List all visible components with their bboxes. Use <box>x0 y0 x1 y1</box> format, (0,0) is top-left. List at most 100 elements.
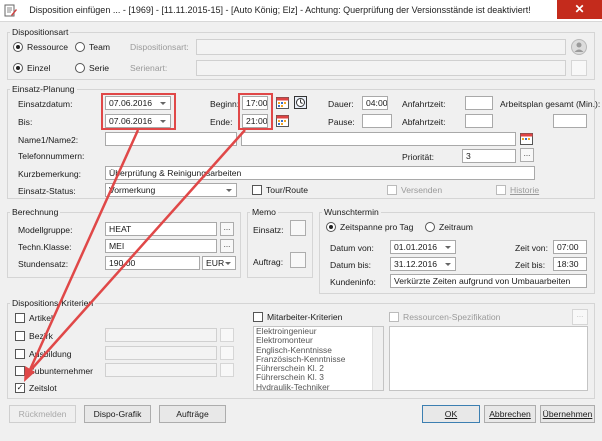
ressourcen-spezifikation-list[interactable] <box>389 326 588 391</box>
subunternehmer-button[interactable] <box>220 363 234 377</box>
wunschtermin-group-label: Wunschtermin <box>322 207 381 217</box>
modellgruppe-label: Modellgruppe: <box>18 225 73 235</box>
radio-einzel[interactable] <box>13 63 23 73</box>
serienart-button[interactable] <box>571 60 587 76</box>
ausbildung-field[interactable] <box>105 346 217 360</box>
ressourcen-spezifikation-label: Ressourcen-Spezifikation <box>403 312 501 322</box>
datum-von-field[interactable]: 01.01.2016 <box>390 240 456 254</box>
address-book-icon[interactable] <box>520 132 533 145</box>
datum-bis-label: Datum bis: <box>330 260 372 270</box>
pause-field[interactable] <box>362 114 392 128</box>
radio-zeitspanne[interactable] <box>326 222 336 232</box>
calendar-icon[interactable] <box>276 114 289 127</box>
modellgruppe-field[interactable]: HEAT <box>105 222 217 236</box>
serie-label: Serie <box>89 63 110 73</box>
einzel-label: Einzel <box>27 63 51 73</box>
subunternehmer-field[interactable] <box>105 363 217 377</box>
berechnung-group-label: Berechnung <box>10 207 61 217</box>
kurzbemerkung-label: Kurzbemerkung: <box>18 169 82 179</box>
name2-field[interactable] <box>241 132 516 146</box>
stundensatz-field[interactable]: 190,00 <box>105 256 200 270</box>
serienart-field[interactable] <box>196 60 566 76</box>
dauer-label: Dauer: <box>328 99 354 109</box>
name-more-button[interactable]: ... <box>520 148 534 162</box>
zeit-bis-field[interactable]: 18:30 <box>553 257 587 271</box>
mitarbeiter-kriterien-label: Mitarbeiter-Kriterien <box>267 312 343 322</box>
anfahrtzeit-field[interactable] <box>465 96 493 110</box>
artikel-checkbox[interactable] <box>15 313 25 323</box>
memo-group-label: Memo <box>250 207 278 217</box>
annotation-box-dates <box>101 93 176 130</box>
prioritaet-field[interactable]: 3 <box>462 149 516 163</box>
ok-button[interactable]: OK <box>422 405 480 423</box>
ressourcen-spezifikation-checkbox[interactable] <box>389 312 399 322</box>
abfahrtzeit-field[interactable] <box>465 114 493 128</box>
memo-auftrag-button[interactable] <box>290 252 306 268</box>
einsatz-status-select[interactable]: Vormerkung <box>105 183 237 197</box>
mitarbeiter-kriterien-checkbox[interactable] <box>253 312 263 322</box>
dauer-field[interactable]: 04:00 <box>362 96 388 110</box>
abfahrtzeit-label: Abfahrtzeit: <box>402 117 446 127</box>
calendar-icon[interactable] <box>276 96 289 109</box>
techn-klasse-field[interactable]: MEI <box>105 239 217 253</box>
bis-label: Bis: <box>18 117 33 127</box>
pause-label: Pause: <box>328 117 355 127</box>
einsatz-status-label: Einsatz-Status: <box>18 186 76 196</box>
dispositionsart-label: Dispositionsart: <box>130 42 189 52</box>
techn-klasse-label: Techn.Klasse: <box>18 242 72 252</box>
list-scrollbar[interactable] <box>372 327 383 390</box>
ausbildung-label: Ausbildung <box>29 349 72 359</box>
rueckmelden-button[interactable]: Rückmelden <box>9 405 76 423</box>
abbrechen-button[interactable]: Abbrechen <box>484 405 536 423</box>
auftraege-button[interactable]: Aufträge <box>159 405 226 423</box>
radio-serie[interactable] <box>75 63 85 73</box>
memo-auftrag-label: Auftrag: <box>253 257 284 267</box>
radio-ressource[interactable] <box>13 42 23 52</box>
versenden-checkbox[interactable] <box>387 185 397 195</box>
dispo-grafik-button[interactable]: Dispo-Grafik <box>84 405 151 423</box>
datum-bis-field[interactable]: 31.12.2016 <box>390 257 456 271</box>
radio-zeitraum[interactable] <box>425 222 435 232</box>
uebernehmen-button[interactable]: Übernehmen <box>540 405 595 423</box>
kriterien-group-label: Dispositions-Kriterien <box>10 298 96 308</box>
annotation-box-times <box>238 93 273 130</box>
zeit-von-field[interactable]: 07:00 <box>553 240 587 254</box>
ressourcen-button[interactable]: ... <box>572 309 588 325</box>
serienart-label: Serienart: <box>130 63 168 73</box>
dispositionsart-field[interactable] <box>196 39 566 55</box>
radio-team[interactable] <box>75 42 85 52</box>
arbeitsplan-field[interactable] <box>553 114 587 128</box>
einsatzdatum-label: Einsatzdatum: <box>18 99 73 109</box>
ausbildung-checkbox[interactable] <box>15 349 25 359</box>
close-button[interactable]: ✕ <box>557 0 602 19</box>
zeitslot-checkbox[interactable]: ✓ <box>15 383 25 393</box>
person-icon[interactable] <box>571 39 587 55</box>
anfahrtzeit-label: Anfahrtzeit: <box>402 99 446 109</box>
memo-einsatz-button[interactable] <box>290 220 306 236</box>
ausbildung-button[interactable] <box>220 346 234 360</box>
list-item[interactable]: Hydraulik-Techniker <box>254 382 383 390</box>
bezirk-button[interactable] <box>220 328 234 342</box>
name1-field[interactable] <box>105 132 237 146</box>
kurzbemerkung-field[interactable]: Überprüfung & Reinigungsarbeiten <box>105 166 535 180</box>
zeit-von-label: Zeit von: <box>515 243 548 253</box>
stundensatz-label: Stundensatz: <box>18 259 69 269</box>
bezirk-field[interactable] <box>105 328 217 342</box>
beginn-label: Beginn: <box>210 99 240 109</box>
tour-route-checkbox[interactable] <box>252 185 262 195</box>
prioritaet-label: Priorität: <box>402 152 434 162</box>
clock-icon[interactable] <box>294 96 307 109</box>
zeitspanne-label: Zeitspanne pro Tag <box>340 222 414 232</box>
team-label: Team <box>89 42 111 52</box>
zeit-bis-label: Zeit bis: <box>515 260 546 270</box>
bezirk-checkbox[interactable] <box>15 331 25 341</box>
mitarbeiter-kriterien-list[interactable]: Elektroingenieur Elektromonteur Englisch… <box>253 326 384 391</box>
subunternehmer-checkbox[interactable] <box>15 366 25 376</box>
historie-checkbox[interactable] <box>496 185 506 195</box>
waehrung-select[interactable]: EUR <box>202 256 236 270</box>
zeitslot-label: Zeitslot <box>29 383 57 393</box>
techn-klasse-button[interactable]: ... <box>220 239 234 253</box>
kundeninfo-field[interactable]: Verkürzte Zeiten aufgrund von Umbauarbei… <box>390 274 587 288</box>
title-bar: Disposition einfügen ... - [1969] - [11.… <box>0 0 602 22</box>
modellgruppe-button[interactable]: ... <box>220 222 234 236</box>
